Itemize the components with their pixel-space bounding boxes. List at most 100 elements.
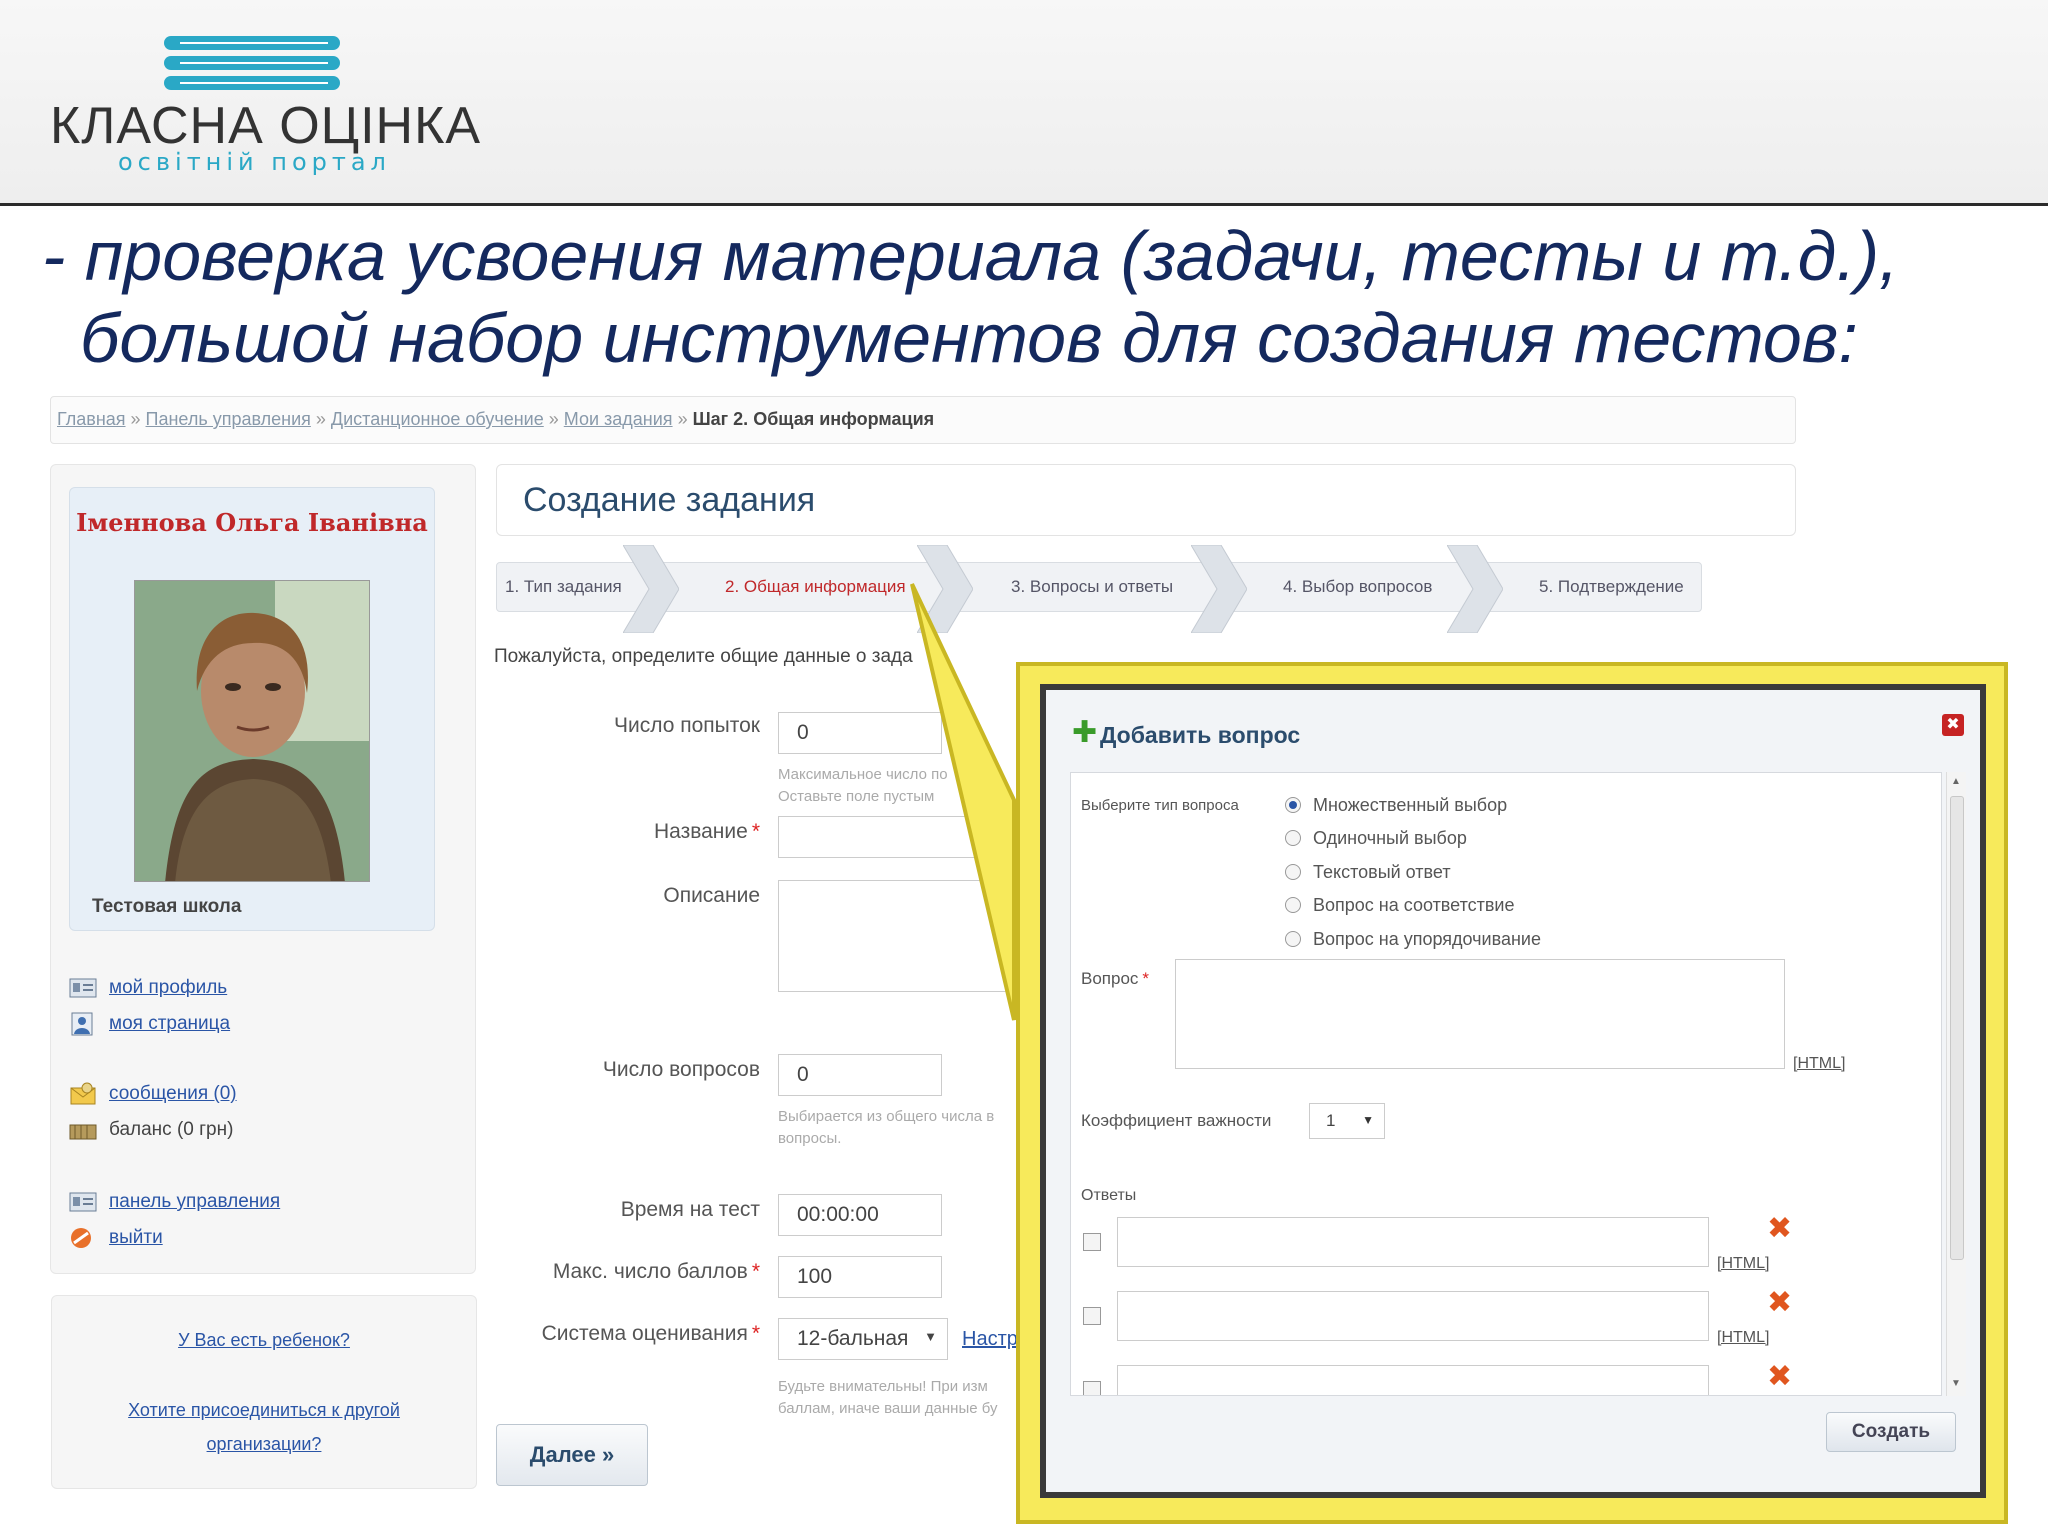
- breadcrumb-distance-learning[interactable]: Дистанционное обучение: [331, 409, 544, 429]
- nav-logout[interactable]: выйти: [69, 1223, 163, 1253]
- breadcrumb-home[interactable]: Главная: [57, 409, 126, 429]
- answer-html-link-1[interactable]: [HTML]: [1717, 1255, 1769, 1273]
- child-link[interactable]: У Вас есть ребенок?: [52, 1330, 476, 1351]
- nav-page[interactable]: моя страница: [69, 1009, 230, 1039]
- chevron-down-icon: ▼: [924, 1329, 937, 1344]
- sidebar-extra-box: У Вас есть ребенок? Хотите присоединитьс…: [51, 1295, 477, 1489]
- step-2[interactable]: 2. Общая информация: [725, 577, 906, 597]
- user-name: Іменнова Ольга Іванівна: [76, 508, 428, 537]
- delete-x-icon[interactable]: ✖: [1767, 1288, 1792, 1318]
- step-arrow-icon: [917, 545, 973, 633]
- answer-input-2[interactable]: [1117, 1291, 1709, 1341]
- nav-page-link[interactable]: моя страница: [109, 1013, 230, 1035]
- questions-input[interactable]: 0: [778, 1054, 942, 1096]
- grading-settings-link[interactable]: Настр: [962, 1328, 1018, 1351]
- breadcrumb-separator: »: [548, 409, 559, 429]
- breadcrumb-control-panel[interactable]: Панель управления: [146, 409, 311, 429]
- radio-button[interactable]: [1285, 897, 1301, 913]
- step-1[interactable]: 1. Тип задания: [505, 577, 622, 597]
- breadcrumb-separator: »: [677, 409, 688, 429]
- join-org-link-line2[interactable]: организации?: [52, 1434, 476, 1455]
- time-input[interactable]: 00:00:00: [778, 1194, 942, 1236]
- question-label: Вопрос *: [1081, 969, 1149, 989]
- radio-matching[interactable]: Вопрос на соответствие: [1285, 891, 1515, 919]
- nav-profile[interactable]: мой профиль: [69, 973, 227, 1003]
- grading-select[interactable]: 12-бальная ▼: [778, 1318, 948, 1360]
- breadcrumb-separator: »: [315, 409, 326, 429]
- nav-messages-link[interactable]: сообщения (0): [109, 1083, 237, 1105]
- logo-subtitle: освітній портал: [118, 148, 391, 176]
- answer-checkbox-1[interactable]: [1083, 1233, 1101, 1251]
- question-label-text: Вопрос: [1081, 969, 1139, 988]
- plus-icon: ✚: [1072, 716, 1098, 749]
- answer-input-3[interactable]: [1117, 1365, 1709, 1395]
- nav-logout-link[interactable]: выйти: [109, 1227, 163, 1249]
- required-star: *: [751, 1322, 760, 1345]
- nav-balance-text: баланс (0 грн): [109, 1119, 234, 1140]
- radio-label: Множественный выбор: [1313, 794, 1508, 815]
- step-3[interactable]: 3. Вопросы и ответы: [1011, 577, 1173, 597]
- questions-hint-1: Выбирается из общего числа в: [778, 1108, 995, 1125]
- add-question-dialog-frame: ✚ Добавить вопрос ✖ Выберите тип вопроса…: [1040, 684, 1986, 1498]
- radio-multiple-choice[interactable]: Множественный выбор: [1285, 791, 1507, 819]
- time-label: Время на тест: [620, 1198, 760, 1221]
- attempts-label: Число попыток: [614, 714, 760, 737]
- grading-select-value: 12-бальная: [797, 1327, 909, 1350]
- grading-hint-2: баллам, иначе ваши данные бу: [778, 1400, 998, 1417]
- breadcrumb-my-tasks[interactable]: Мои задания: [564, 409, 673, 429]
- answer-checkbox-2[interactable]: [1083, 1307, 1101, 1325]
- grading-label-text: Система оценивания: [541, 1322, 748, 1345]
- weight-select-value: 1: [1326, 1111, 1336, 1130]
- step-5[interactable]: 5. Подтверждение: [1539, 577, 1684, 597]
- logo-title: КЛАСНА ОЦІНКА: [50, 97, 482, 155]
- answer-checkbox-3[interactable]: [1083, 1381, 1101, 1395]
- nav-control-panel-link[interactable]: панель управления: [109, 1191, 280, 1213]
- person-icon: [71, 1012, 93, 1036]
- envelope-icon: [70, 1082, 96, 1105]
- nav-messages[interactable]: сообщения (0): [69, 1079, 237, 1109]
- next-button[interactable]: Далее »: [496, 1424, 648, 1486]
- join-org-link-line1[interactable]: Хотите присоединиться к другой: [52, 1400, 476, 1421]
- close-icon[interactable]: ✖: [1942, 714, 1964, 736]
- question-textarea[interactable]: [1175, 959, 1785, 1069]
- radio-button[interactable]: [1285, 830, 1301, 846]
- answer-input-1[interactable]: [1117, 1217, 1709, 1267]
- description-textarea[interactable]: [778, 880, 1018, 992]
- dialog-body: Выберите тип вопроса Множественный выбор…: [1070, 772, 1942, 1396]
- radio-button[interactable]: [1285, 864, 1301, 880]
- question-html-link[interactable]: [HTML]: [1793, 1055, 1845, 1073]
- wallet-icon: [69, 1124, 97, 1140]
- radio-button[interactable]: [1285, 797, 1301, 813]
- scroll-up-icon[interactable]: ▲: [1951, 776, 1961, 787]
- weight-select[interactable]: 1 ▼: [1309, 1103, 1385, 1139]
- required-star: *: [751, 1260, 760, 1283]
- delete-x-icon[interactable]: ✖: [1767, 1362, 1792, 1392]
- scroll-down-icon[interactable]: ▼: [1951, 1378, 1961, 1389]
- grading-label: Система оценивания *: [500, 1322, 760, 1346]
- intro-text: Пожалуйста, определите общие данные о за…: [494, 646, 951, 668]
- radio-label: Вопрос на соответствие: [1313, 894, 1515, 915]
- nav-profile-link[interactable]: мой профиль: [109, 977, 227, 999]
- answer-html-link-2[interactable]: [HTML]: [1717, 1329, 1769, 1347]
- intro-text-tail: и.: [934, 646, 951, 667]
- logo-books-icon: [164, 36, 340, 90]
- dialog-scrollbar[interactable]: ▲ ▼: [1946, 772, 1966, 1396]
- delete-x-icon[interactable]: ✖: [1767, 1214, 1792, 1244]
- radio-button[interactable]: [1285, 931, 1301, 947]
- description-label: Описание: [663, 884, 760, 907]
- attempts-input[interactable]: 0: [778, 712, 942, 754]
- radio-label: Текстовый ответ: [1313, 861, 1451, 882]
- step-4[interactable]: 4. Выбор вопросов: [1283, 577, 1432, 597]
- max-score-input[interactable]: 100: [778, 1256, 942, 1298]
- name-input[interactable]: [778, 816, 1018, 858]
- dialog-title: Добавить вопрос: [1100, 722, 1301, 748]
- school-name: Тестовая школа: [92, 896, 242, 917]
- radio-text-answer[interactable]: Текстовый ответ: [1285, 858, 1451, 886]
- create-button[interactable]: Создать: [1826, 1412, 1956, 1452]
- radio-ordering[interactable]: Вопрос на упорядочивание: [1285, 925, 1541, 953]
- nav-control-panel[interactable]: панель управления: [69, 1187, 280, 1217]
- radio-single-choice[interactable]: Одиночный выбор: [1285, 824, 1467, 852]
- scrollbar-thumb[interactable]: [1950, 796, 1964, 1260]
- grading-hint-1: Будьте внимательны! При изм: [778, 1378, 988, 1395]
- wizard-steps: 1. Тип задания 2. Общая информация 3. Во…: [496, 545, 1702, 633]
